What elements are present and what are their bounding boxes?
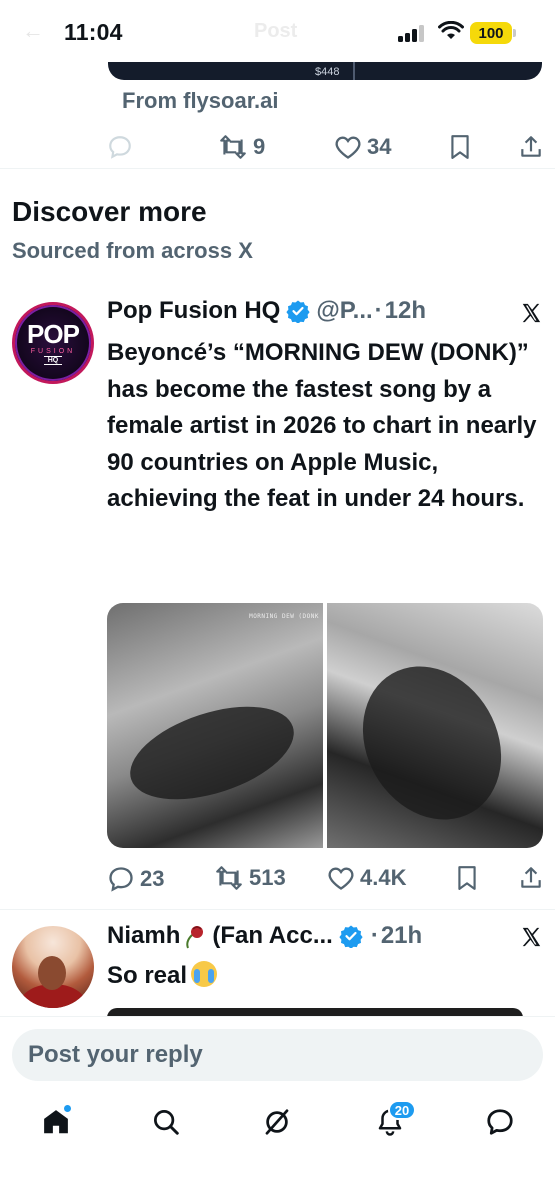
status-bar: ← Post 11:04 100: [0, 0, 555, 62]
separator-dot: ·: [370, 922, 379, 949]
x-logo-icon: [522, 303, 541, 323]
like-button[interactable]: 4.4K: [327, 865, 406, 891]
share-icon: [521, 136, 541, 157]
back-button[interactable]: ←: [22, 18, 44, 44]
avatar-logo-subtext: FUSION: [30, 347, 76, 355]
tweet-time[interactable]: 21h: [381, 922, 422, 950]
like-count: 4.4K: [360, 865, 407, 890]
media-image-2[interactable]: [327, 603, 543, 848]
avatar[interactable]: POP FUSION HQ: [12, 302, 94, 384]
author-handle[interactable]: @P...: [316, 297, 372, 325]
repost-count: 513: [249, 865, 286, 890]
separator-dot: ·: [374, 297, 383, 324]
reply-button[interactable]: [107, 134, 133, 160]
tweet-text: So real: [107, 958, 547, 995]
reply-button[interactable]: 23: [107, 865, 164, 893]
share-icon: [521, 867, 541, 888]
discover-subtitle: Sourced from across X: [12, 238, 253, 263]
repost-button[interactable]: 513: [214, 865, 286, 891]
bookmark-icon: [451, 135, 469, 159]
section-divider: [0, 168, 555, 169]
author-name[interactable]: Pop Fusion HQ: [107, 297, 280, 325]
tab-grok[interactable]: [255, 1100, 299, 1144]
tweet-header: Niamh (Fan Acc... · 21h: [107, 922, 422, 950]
avatar-logo-hq: HQ: [43, 355, 63, 365]
author-name-suffix[interactable]: (Fan Acc...: [212, 922, 332, 950]
wilted-rose-icon: [186, 926, 204, 949]
repost-button[interactable]: 9: [218, 134, 265, 160]
reply-count: 23: [140, 866, 165, 891]
messages-icon: [487, 1109, 513, 1135]
page-title: Post: [254, 20, 298, 42]
tweet-text-content: So real: [107, 962, 188, 989]
author-name[interactable]: Niamh: [107, 922, 180, 950]
repost-icon: [216, 866, 242, 890]
image-figure: [118, 688, 306, 818]
reply-input[interactable]: [12, 1029, 543, 1081]
repost-count: 9: [253, 134, 266, 159]
like-icon: [328, 867, 354, 890]
tab-home[interactable]: [34, 1100, 78, 1144]
media-image-1[interactable]: MORNING DEW (DONK: [107, 603, 323, 848]
share-button[interactable]: [518, 865, 544, 891]
crying-face-icon: [191, 961, 218, 987]
image-figure: [335, 641, 529, 845]
status-time: 11:04: [64, 19, 123, 45]
wifi-icon: [438, 21, 464, 39]
like-count: 34: [367, 134, 392, 159]
tweet-media[interactable]: MORNING DEW (DONK: [107, 603, 543, 848]
grok-icon: [265, 1109, 289, 1135]
avatar[interactable]: [12, 926, 94, 1008]
search-icon: [154, 1110, 179, 1135]
x-logo-icon: [522, 927, 541, 947]
verified-icon: [339, 925, 363, 948]
bookmark-button[interactable]: [449, 134, 471, 160]
ad-source-link[interactable]: From flysoar.ai: [122, 88, 279, 114]
avatar-logo-text: POP: [27, 318, 80, 349]
reply-icon: [109, 136, 131, 159]
tab-notifications[interactable]: 20: [368, 1100, 416, 1144]
tweet-time[interactable]: 12h: [385, 297, 426, 325]
battery-indicator: 100: [470, 22, 516, 44]
avatar-figure-face: [38, 956, 66, 990]
reply-icon: [109, 867, 133, 892]
tab-bar: 20: [0, 1100, 555, 1152]
notifications-badge: 20: [388, 1100, 416, 1120]
like-button[interactable]: 34: [334, 134, 391, 160]
media-caption: MORNING DEW (DONK: [249, 613, 319, 620]
repost-icon: [220, 135, 246, 159]
share-button[interactable]: [518, 134, 544, 160]
cellular-signal-icon: [398, 24, 430, 42]
tab-messages[interactable]: [478, 1100, 522, 1144]
tweet-divider: [0, 909, 555, 910]
like-icon: [335, 136, 361, 159]
verified-icon: [286, 300, 310, 323]
home-notification-dot: [63, 1104, 72, 1113]
tweet-text: Beyoncé’s “MORNING DEW (DONK)” has becom…: [107, 339, 537, 512]
tweet-header: Pop Fusion HQ @P... · 12h: [107, 297, 426, 325]
ad-price: $448: [315, 66, 340, 78]
bookmark-button[interactable]: [456, 865, 478, 891]
discover-title: Discover more: [12, 196, 207, 227]
tab-search[interactable]: [144, 1100, 188, 1144]
battery-level: 100: [478, 24, 504, 42]
bookmark-icon: [458, 866, 476, 890]
